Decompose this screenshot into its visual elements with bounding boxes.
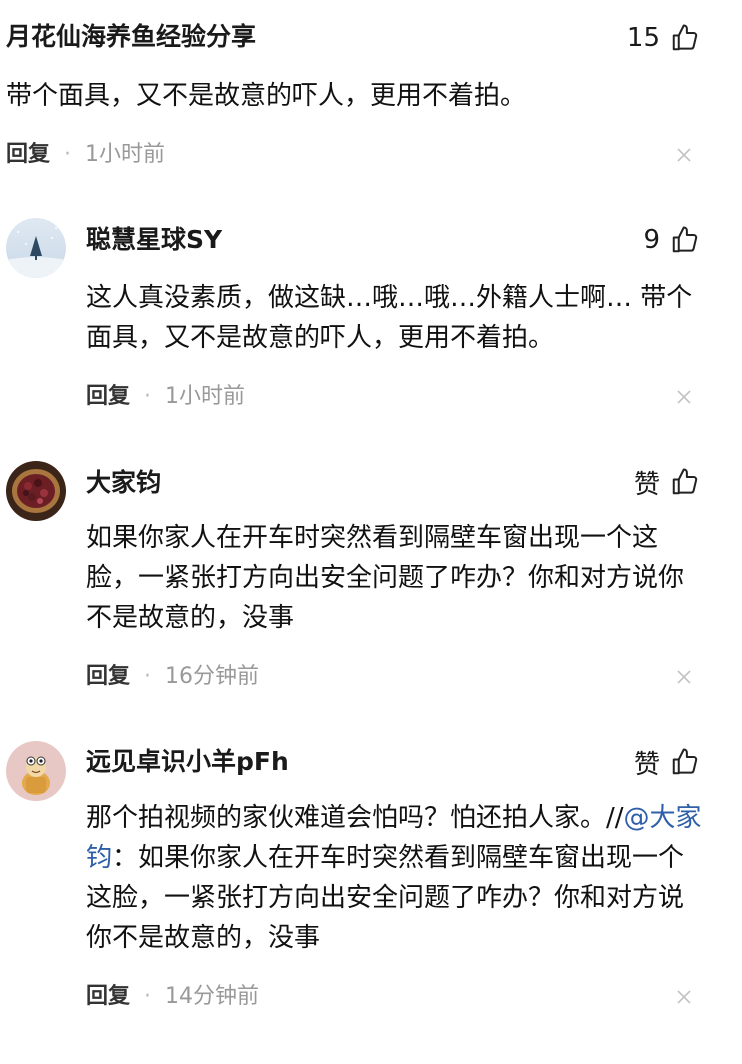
snowy-tree-avatar — [6, 218, 66, 278]
comment-meta: 回复 · 1小时前 — [86, 382, 245, 412]
timestamp: 1小时前 — [85, 142, 166, 167]
close-icon[interactable] — [674, 145, 694, 165]
timestamp: 1小时前 — [165, 384, 246, 409]
reply-button[interactable]: 回复 — [6, 140, 50, 170]
like-label: 赞 — [633, 469, 660, 500]
separator-dot: · — [144, 984, 152, 1009]
like-button[interactable]: 赞 — [634, 744, 700, 780]
close-icon[interactable] — [674, 387, 694, 407]
thumbs-up-icon — [672, 748, 698, 775]
thumbs-up-icon — [672, 468, 698, 495]
timestamp: 16分钟前 — [165, 664, 260, 689]
comment-author[interactable]: 远见卓识小羊pFh — [86, 745, 289, 779]
reply-button[interactable]: 回复 — [86, 982, 130, 1012]
separator-dot: · — [144, 664, 152, 689]
cartoon-cat-avatar — [6, 741, 66, 801]
separator-dot: · — [64, 142, 72, 167]
reply-button[interactable]: 回复 — [86, 382, 130, 412]
avatar[interactable] — [6, 461, 66, 521]
like-button[interactable]: 赞 — [634, 464, 700, 500]
comment-author[interactable]: 月花仙海养鱼经验分享 — [6, 20, 256, 54]
thumbs-up-icon — [672, 226, 698, 253]
close-icon[interactable] — [674, 667, 694, 687]
comment-meta: 回复 · 1小时前 — [6, 140, 165, 170]
like-button[interactable]: 9 — [643, 222, 700, 258]
thumbs-up-icon — [672, 24, 698, 51]
reply-button[interactable]: 回复 — [86, 662, 130, 692]
comment-text: 这人真没素质，做这缺…哦…哦…外籍人士啊… 带个面具，又不是故意的吓人，更用不着… — [86, 283, 693, 353]
comment-text-prefix: 那个拍视频的家伙难道会怕吗？怕还拍人家。// — [86, 803, 624, 833]
separator-dot: · — [144, 384, 152, 409]
like-count: 9 — [643, 225, 660, 255]
avatar[interactable] — [6, 218, 66, 278]
comment-meta: 回复 · 14分钟前 — [86, 982, 259, 1012]
food-platter-avatar — [6, 461, 66, 521]
timestamp: 14分钟前 — [165, 984, 260, 1009]
comment-text: 那个拍视频的家伙难道会怕吗？怕还拍人家。//@大家钧：如果你家人在开车时突然看到… — [86, 798, 702, 958]
like-label: 赞 — [633, 749, 660, 780]
comment-author[interactable]: 聪慧星球SY — [86, 223, 222, 257]
comment-text: 带个面具，又不是故意的吓人，更用不着拍。 — [6, 81, 527, 111]
comment-text: 如果你家人在开车时突然看到隔壁车窗出现一个这脸，一紧张打方向出安全问题了咋办？你… — [86, 523, 685, 633]
like-button[interactable]: 15 — [627, 20, 700, 56]
comment-meta: 回复 · 16分钟前 — [86, 662, 259, 692]
close-icon[interactable] — [674, 987, 694, 1007]
like-count: 15 — [626, 23, 660, 53]
avatar[interactable] — [6, 741, 66, 801]
comment-text-suffix: ：如果你家人在开车时突然看到隔壁车窗出现一个这脸，一紧张打方向出安全问题了咋办？… — [86, 843, 685, 953]
comment-author[interactable]: 大家钧 — [86, 466, 161, 500]
